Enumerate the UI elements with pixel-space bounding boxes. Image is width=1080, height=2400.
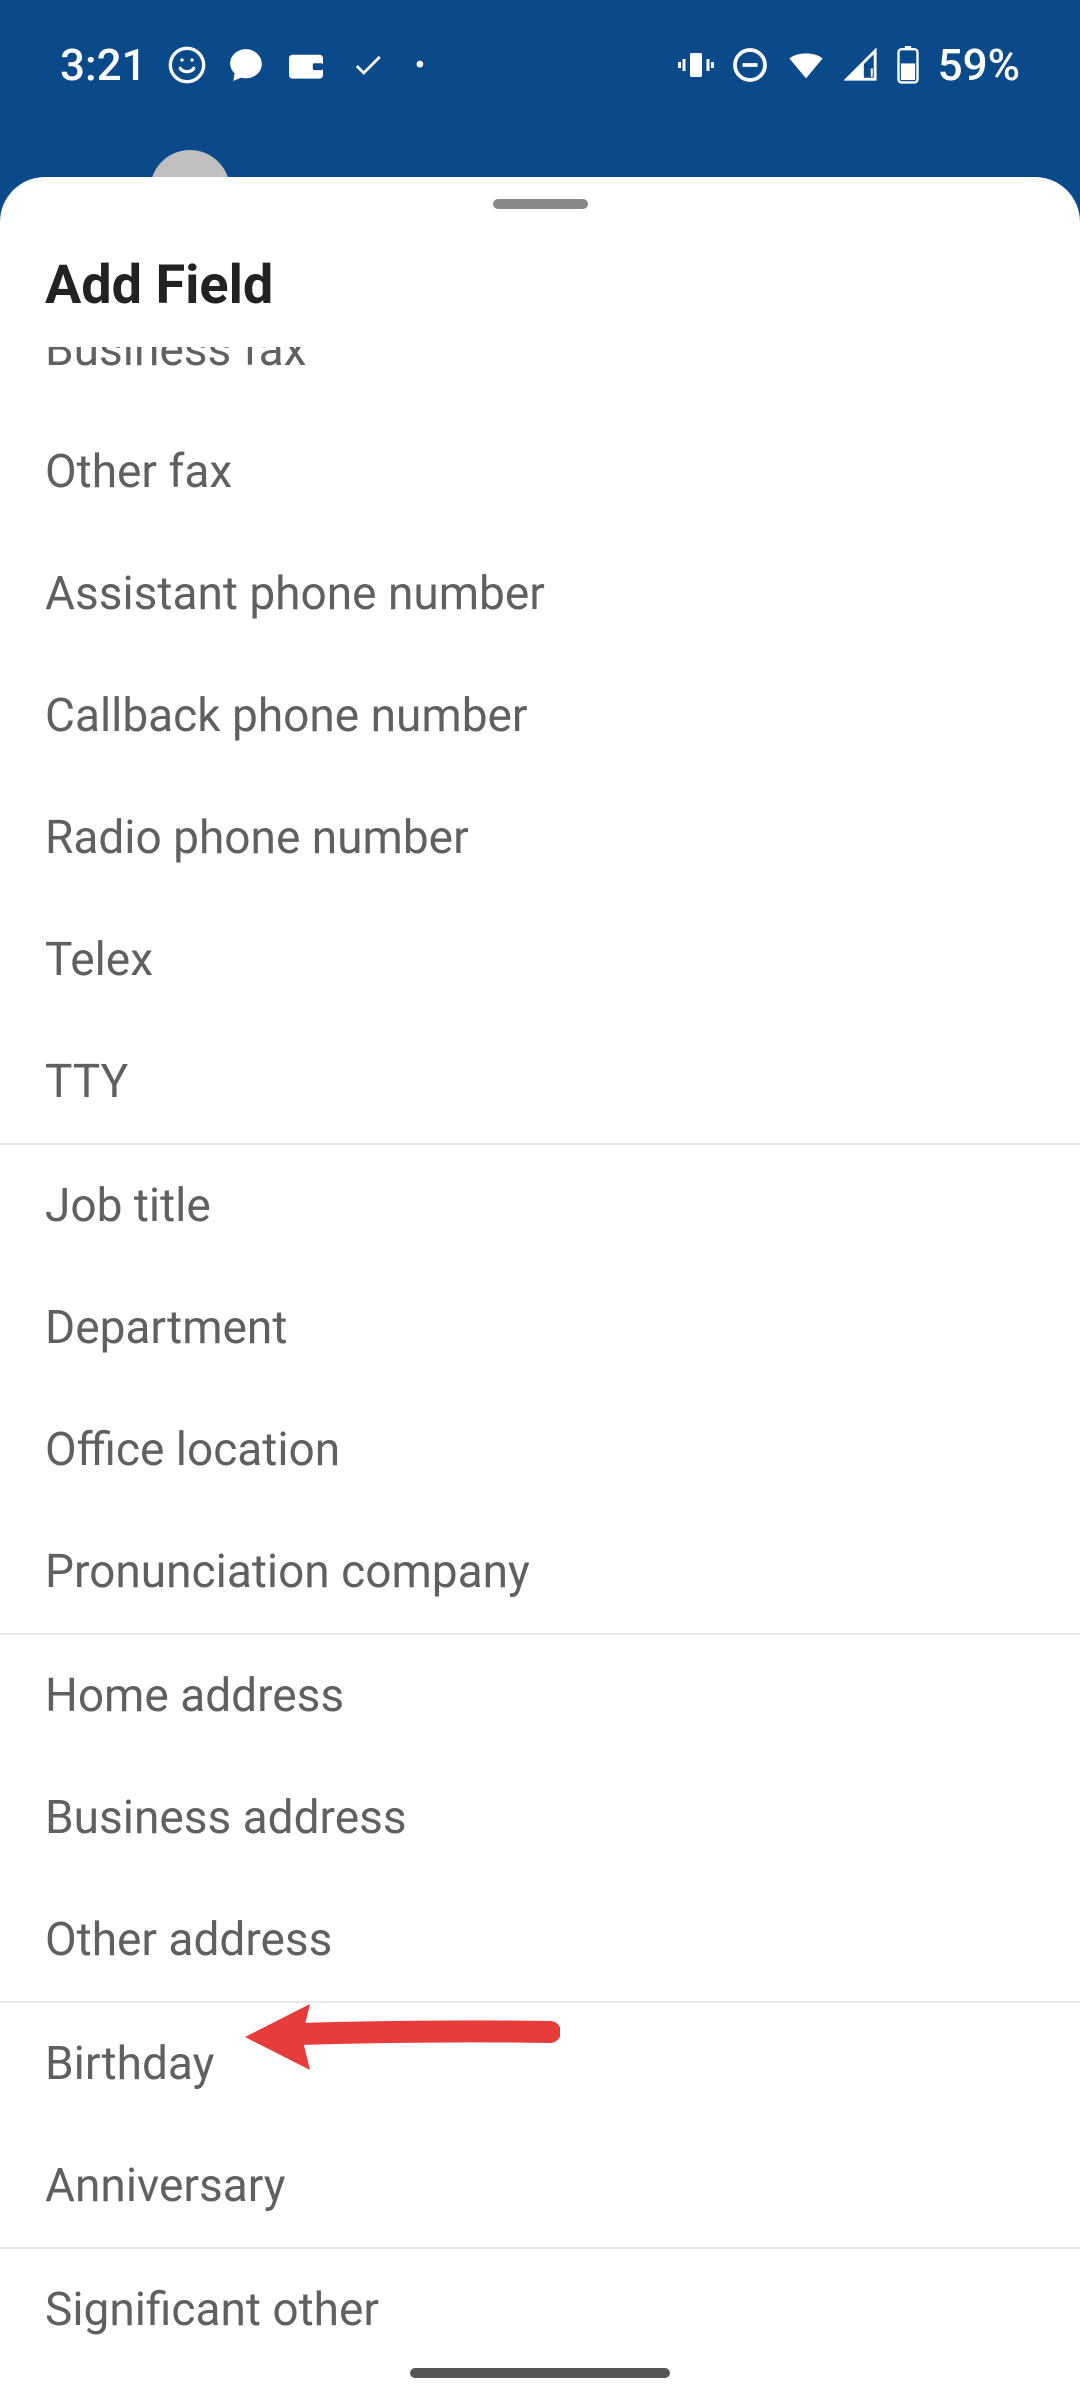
list-item-label: Other address	[45, 1913, 332, 1967]
signal-icon: !	[844, 48, 878, 82]
list-item-office-location[interactable]: Office location	[0, 1389, 1080, 1511]
list-item-label: Office location	[45, 1423, 340, 1477]
list-item-tty[interactable]: TTY	[0, 1021, 1080, 1143]
list-item-business-fax[interactable]: Business fax	[0, 347, 1080, 411]
list-item-birthday[interactable]: Birthday	[0, 2003, 1080, 2125]
drag-handle[interactable]	[493, 199, 588, 209]
list-item-label: Job title	[45, 1179, 211, 1233]
list-item-radio-phone[interactable]: Radio phone number	[0, 777, 1080, 899]
sheet-title: Add Field	[0, 209, 1080, 357]
wifi-icon	[786, 48, 826, 82]
list-item-label: Department	[45, 1301, 287, 1355]
list-item-label: Significant other	[45, 2283, 379, 2337]
status-bar: 3:21 •	[0, 0, 1080, 130]
list-item-label: Anniversary	[45, 2159, 286, 2213]
status-left: 3:21 •	[60, 39, 425, 91]
list-item-label: Assistant phone number	[45, 567, 545, 621]
list-item-label: Radio phone number	[45, 811, 469, 865]
list-item-telex[interactable]: Telex	[0, 899, 1080, 1021]
list-item-assistant-phone[interactable]: Assistant phone number	[0, 533, 1080, 655]
list-item-home-address[interactable]: Home address	[0, 1635, 1080, 1757]
list-item-label: Business fax	[45, 347, 306, 377]
add-field-sheet: Add Field Business fax Other fax Assista…	[0, 177, 1080, 2400]
list-item-label: Telex	[45, 933, 153, 987]
field-list[interactable]: Business fax Other fax Assistant phone n…	[0, 347, 1080, 2400]
checkmark-icon	[347, 48, 389, 82]
list-item-anniversary[interactable]: Anniversary	[0, 2125, 1080, 2247]
status-right: ! 59%	[678, 39, 1020, 91]
nav-handle[interactable]	[410, 2368, 670, 2378]
list-item-other-address[interactable]: Other address	[0, 1879, 1080, 2001]
list-item-pronunciation-company[interactable]: Pronunciation company	[0, 1511, 1080, 1633]
svg-text:!: !	[869, 66, 874, 82]
battery-percent: 59%	[938, 39, 1020, 91]
list-item-job-title[interactable]: Job title	[0, 1145, 1080, 1267]
list-item-label: Other fax	[45, 445, 232, 499]
list-item-label: Business address	[45, 1791, 407, 1845]
dot-icon: •	[415, 48, 426, 83]
wallet-icon	[285, 48, 327, 82]
status-time: 3:21	[60, 39, 147, 91]
list-item-label: Callback phone number	[45, 689, 528, 743]
list-item-business-address[interactable]: Business address	[0, 1757, 1080, 1879]
list-item-label: Home address	[45, 1669, 344, 1723]
list-item-label: Birthday	[45, 2037, 214, 2091]
list-item-other-fax[interactable]: Other fax	[0, 411, 1080, 533]
list-item-callback-phone[interactable]: Callback phone number	[0, 655, 1080, 777]
vibrate-icon	[678, 47, 714, 83]
whatsapp-icon	[167, 45, 207, 85]
chat-icon	[227, 46, 265, 84]
list-item-label: TTY	[45, 1055, 128, 1109]
list-item-department[interactable]: Department	[0, 1267, 1080, 1389]
dnd-icon	[732, 47, 768, 83]
list-item-significant-other[interactable]: Significant other	[0, 2249, 1080, 2371]
battery-icon	[896, 46, 920, 84]
list-item-label: Pronunciation company	[45, 1545, 530, 1599]
